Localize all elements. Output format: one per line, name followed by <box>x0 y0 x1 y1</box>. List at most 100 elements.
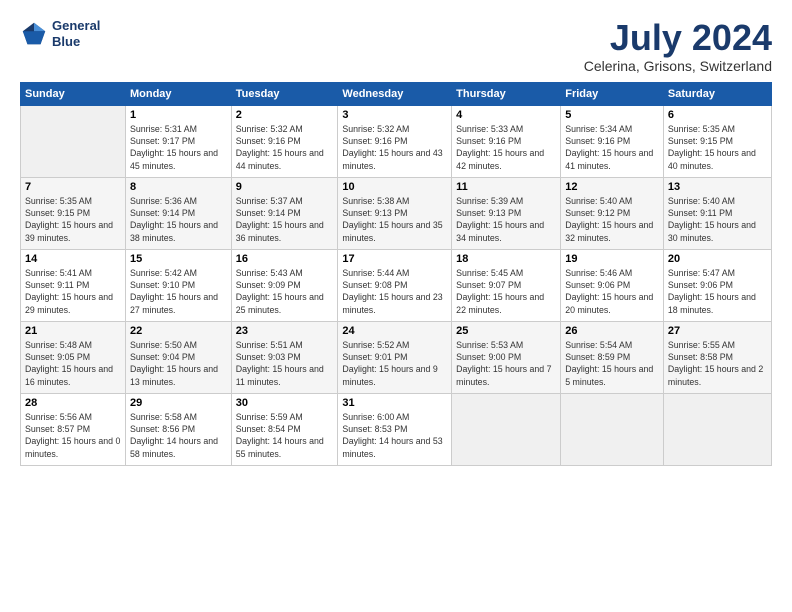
day-info: Sunrise: 5:36 AMSunset: 9:14 PMDaylight:… <box>130 195 227 244</box>
page: General Blue July 2024 Celerina, Grisons… <box>0 0 792 612</box>
day-number: 31 <box>342 397 447 409</box>
column-header-monday: Monday <box>125 82 231 105</box>
header-row: SundayMondayTuesdayWednesdayThursdayFrid… <box>21 82 772 105</box>
calendar-cell: 7 Sunrise: 5:35 AMSunset: 9:15 PMDaylight… <box>21 177 126 249</box>
calendar-cell: 24Sunrise: 5:52 AMSunset: 9:01 PMDayligh… <box>338 321 452 393</box>
calendar-cell <box>21 105 126 177</box>
day-number: 6 <box>668 109 767 121</box>
day-number: 4 <box>456 109 556 121</box>
calendar-cell <box>452 393 561 465</box>
calendar-cell: 20 Sunrise: 5:47 AMSunset: 9:06 PMDayligh… <box>663 249 771 321</box>
calendar-cell: 8 Sunrise: 5:36 AMSunset: 9:14 PMDaylight… <box>125 177 231 249</box>
calendar-cell <box>561 393 664 465</box>
day-number: 24 <box>342 325 447 337</box>
day-info: Sunrise: 5:39 AMSunset: 9:13 PMDaylight:… <box>456 195 556 244</box>
day-info: Sunrise: 5:54 AMSunset: 8:59 PMDaylight:… <box>565 339 659 388</box>
calendar-cell: 29 Sunrise: 5:58 AMSunset: 8:56 PMDayligh… <box>125 393 231 465</box>
column-header-saturday: Saturday <box>663 82 771 105</box>
calendar-cell: 28Sunrise: 5:56 AMSunset: 8:57 PMDayligh… <box>21 393 126 465</box>
calendar-cell: 22Sunrise: 5:50 AMSunset: 9:04 PMDayligh… <box>125 321 231 393</box>
day-number: 25 <box>456 325 556 337</box>
day-info: Sunrise: 5:42 AMSunset: 9:10 PMDaylight:… <box>130 267 227 316</box>
calendar-body: 1 Sunrise: 5:31 AMSunset: 9:17 PMDaylight… <box>21 105 772 465</box>
day-number: 13 <box>668 181 767 193</box>
day-number: 3 <box>342 109 447 121</box>
day-number: 14 <box>25 253 121 265</box>
calendar-table: SundayMondayTuesdayWednesdayThursdayFrid… <box>20 82 772 466</box>
column-header-wednesday: Wednesday <box>338 82 452 105</box>
column-header-tuesday: Tuesday <box>231 82 338 105</box>
week-row-1: 1 Sunrise: 5:31 AMSunset: 9:17 PMDaylight… <box>21 105 772 177</box>
day-number: 2 <box>236 109 334 121</box>
day-info: Sunrise: 5:47 AMSunset: 9:06 PMDaylight:… <box>668 267 767 316</box>
day-number: 8 <box>130 181 227 193</box>
day-info: Sunrise: 5:56 AMSunset: 8:57 PMDaylight:… <box>25 411 121 460</box>
day-info: Sunrise: 5:32 AMSunset: 9:16 PMDaylight:… <box>236 123 334 172</box>
day-number: 17 <box>342 253 447 265</box>
calendar-cell <box>663 393 771 465</box>
day-info: Sunrise: 5:41 AMSunset: 9:11 PMDaylight:… <box>25 267 121 316</box>
day-number: 18 <box>456 253 556 265</box>
logo-icon <box>20 20 48 48</box>
week-row-2: 7 Sunrise: 5:35 AMSunset: 9:15 PMDaylight… <box>21 177 772 249</box>
calendar-cell: 6 Sunrise: 5:35 AMSunset: 9:15 PMDaylight… <box>663 105 771 177</box>
day-info: Sunrise: 5:46 AMSunset: 9:06 PMDaylight:… <box>565 267 659 316</box>
calendar-cell: 5 Sunrise: 5:34 AMSunset: 9:16 PMDaylight… <box>561 105 664 177</box>
day-number: 21 <box>25 325 121 337</box>
day-info: Sunrise: 5:35 AMSunset: 9:15 PMDaylight:… <box>668 123 767 172</box>
day-info: Sunrise: 5:58 AMSunset: 8:56 PMDaylight:… <box>130 411 227 460</box>
calendar-cell: 21 Sunrise: 5:48 AMSunset: 9:05 PMDayligh… <box>21 321 126 393</box>
day-number: 10 <box>342 181 447 193</box>
calendar-cell: 18 Sunrise: 5:45 AMSunset: 9:07 PMDayligh… <box>452 249 561 321</box>
day-info: Sunrise: 6:00 AMSunset: 8:53 PMDaylight:… <box>342 411 447 460</box>
day-number: 26 <box>565 325 659 337</box>
week-row-3: 14 Sunrise: 5:41 AMSunset: 9:11 PMDayligh… <box>21 249 772 321</box>
day-number: 9 <box>236 181 334 193</box>
calendar-cell: 19Sunrise: 5:46 AMSunset: 9:06 PMDayligh… <box>561 249 664 321</box>
day-info: Sunrise: 5:40 AMSunset: 9:11 PMDaylight:… <box>668 195 767 244</box>
day-number: 16 <box>236 253 334 265</box>
calendar-cell: 10Sunrise: 5:38 AMSunset: 9:13 PMDayligh… <box>338 177 452 249</box>
day-number: 20 <box>668 253 767 265</box>
calendar-cell: 31 Sunrise: 6:00 AMSunset: 8:53 PMDayligh… <box>338 393 452 465</box>
calendar-cell: 11 Sunrise: 5:39 AMSunset: 9:13 PMDayligh… <box>452 177 561 249</box>
logo: General Blue <box>20 18 100 49</box>
day-info: Sunrise: 5:48 AMSunset: 9:05 PMDaylight:… <box>25 339 121 388</box>
calendar-cell: 27 Sunrise: 5:55 AMSunset: 8:58 PMDayligh… <box>663 321 771 393</box>
header: General Blue July 2024 Celerina, Grisons… <box>20 18 772 74</box>
calendar-cell: 25 Sunrise: 5:53 AMSunset: 9:00 PMDayligh… <box>452 321 561 393</box>
day-number: 1 <box>130 109 227 121</box>
day-info: Sunrise: 5:33 AMSunset: 9:16 PMDaylight:… <box>456 123 556 172</box>
calendar-cell: 15Sunrise: 5:42 AMSunset: 9:10 PMDayligh… <box>125 249 231 321</box>
day-info: Sunrise: 5:37 AMSunset: 9:14 PMDaylight:… <box>236 195 334 244</box>
calendar-cell: 16Sunrise: 5:43 AMSunset: 9:09 PMDayligh… <box>231 249 338 321</box>
day-info: Sunrise: 5:44 AMSunset: 9:08 PMDaylight:… <box>342 267 447 316</box>
calendar-cell: 12Sunrise: 5:40 AMSunset: 9:12 PMDayligh… <box>561 177 664 249</box>
day-number: 23 <box>236 325 334 337</box>
calendar-cell: 23Sunrise: 5:51 AMSunset: 9:03 PMDayligh… <box>231 321 338 393</box>
day-number: 27 <box>668 325 767 337</box>
main-title: July 2024 <box>584 18 772 58</box>
day-info: Sunrise: 5:34 AMSunset: 9:16 PMDaylight:… <box>565 123 659 172</box>
table-header: SundayMondayTuesdayWednesdayThursdayFrid… <box>21 82 772 105</box>
day-number: 12 <box>565 181 659 193</box>
calendar-cell: 9 Sunrise: 5:37 AMSunset: 9:14 PMDaylight… <box>231 177 338 249</box>
column-header-sunday: Sunday <box>21 82 126 105</box>
day-info: Sunrise: 5:45 AMSunset: 9:07 PMDaylight:… <box>456 267 556 316</box>
day-number: 29 <box>130 397 227 409</box>
day-info: Sunrise: 5:31 AMSunset: 9:17 PMDaylight:… <box>130 123 227 172</box>
calendar-cell: 3Sunrise: 5:32 AMSunset: 9:16 PMDaylight… <box>338 105 452 177</box>
column-header-friday: Friday <box>561 82 664 105</box>
day-info: Sunrise: 5:35 AMSunset: 9:15 PMDaylight:… <box>25 195 121 244</box>
logo-text: General Blue <box>52 18 100 49</box>
day-info: Sunrise: 5:55 AMSunset: 8:58 PMDaylight:… <box>668 339 767 388</box>
day-number: 5 <box>565 109 659 121</box>
day-number: 7 <box>25 181 121 193</box>
day-number: 11 <box>456 181 556 193</box>
week-row-5: 28Sunrise: 5:56 AMSunset: 8:57 PMDayligh… <box>21 393 772 465</box>
day-info: Sunrise: 5:53 AMSunset: 9:00 PMDaylight:… <box>456 339 556 388</box>
day-info: Sunrise: 5:50 AMSunset: 9:04 PMDaylight:… <box>130 339 227 388</box>
calendar-cell: 4 Sunrise: 5:33 AMSunset: 9:16 PMDaylight… <box>452 105 561 177</box>
logo-line2: Blue <box>52 34 100 50</box>
subtitle: Celerina, Grisons, Switzerland <box>584 58 772 74</box>
